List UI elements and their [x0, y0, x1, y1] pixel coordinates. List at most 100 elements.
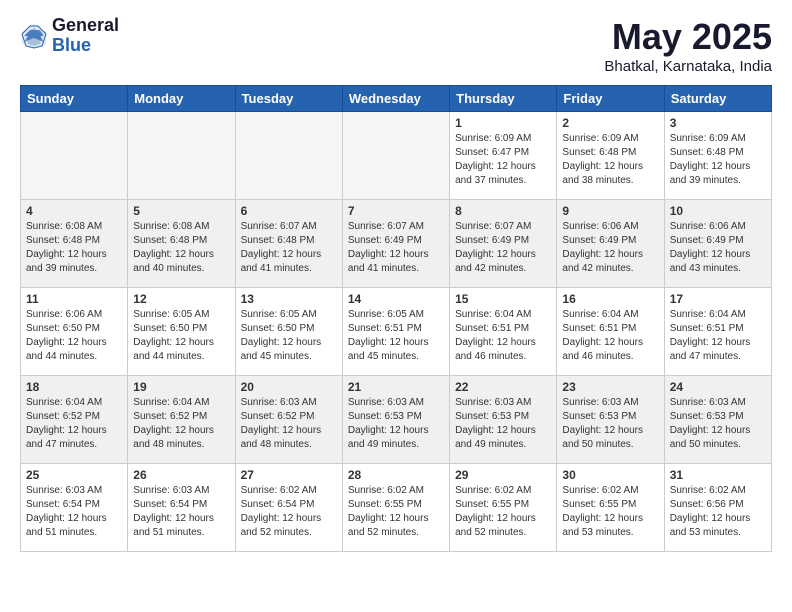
calendar-location: Bhatkal, Karnataka, India	[604, 58, 772, 75]
day-info: Sunrise: 6:07 AMSunset: 6:48 PMDaylight:…	[241, 220, 337, 276]
day-number: 25	[26, 468, 122, 482]
title-block: May 2025 Bhatkal, Karnataka, India	[604, 16, 772, 75]
day-number: 28	[348, 468, 444, 482]
table-row	[235, 112, 342, 200]
day-info: Sunrise: 6:09 AMSunset: 6:48 PMDaylight:…	[670, 132, 766, 188]
table-row	[128, 112, 235, 200]
day-number: 27	[241, 468, 337, 482]
calendar-week-row: 11Sunrise: 6:06 AMSunset: 6:50 PMDayligh…	[21, 288, 772, 376]
calendar-week-row: 25 Sunrise: 6:03 AMSunset: 6:54 PMDayligh…	[21, 464, 772, 552]
table-row: 26 Sunrise: 6:03 AMSunset: 6:54 PMDayligh…	[128, 464, 235, 552]
calendar-table: Sunday Monday Tuesday Wednesday Thursday…	[20, 85, 772, 552]
table-row: 11Sunrise: 6:06 AMSunset: 6:50 PMDayligh…	[21, 288, 128, 376]
col-saturday: Saturday	[664, 86, 771, 112]
day-number: 13	[241, 292, 337, 306]
day-number: 12	[133, 292, 229, 306]
day-info: Sunrise: 6:09 AMSunset: 6:48 PMDaylight:…	[562, 132, 658, 188]
table-row: 4Sunrise: 6:08 AMSunset: 6:48 PMDaylight…	[21, 200, 128, 288]
table-row: 12 Sunrise: 6:05 AMSunset: 6:50 PMDayligh…	[128, 288, 235, 376]
table-row: 22Sunrise: 6:03 AMSunset: 6:53 PMDayligh…	[450, 376, 557, 464]
col-monday: Monday	[128, 86, 235, 112]
table-row: 2 Sunrise: 6:09 AMSunset: 6:48 PMDaylight…	[557, 112, 664, 200]
day-info: Sunrise: 6:02 AMSunset: 6:54 PMDaylight:…	[241, 484, 337, 540]
day-info: Sunrise: 6:04 AMSunset: 6:52 PMDaylight:…	[26, 396, 122, 452]
day-number: 14	[348, 292, 444, 306]
table-row: 5 Sunrise: 6:08 AMSunset: 6:48 PMDaylight…	[128, 200, 235, 288]
day-number: 26	[133, 468, 229, 482]
day-number: 31	[670, 468, 766, 482]
calendar-title: May 2025	[604, 16, 772, 58]
day-info: Sunrise: 6:04 AMSunset: 6:52 PMDaylight:…	[133, 396, 229, 452]
col-wednesday: Wednesday	[342, 86, 449, 112]
logo: General Blue	[20, 16, 119, 56]
table-row: 24Sunrise: 6:03 AMSunset: 6:53 PMDayligh…	[664, 376, 771, 464]
logo-text: General Blue	[52, 16, 119, 56]
day-info: Sunrise: 6:08 AMSunset: 6:48 PMDaylight:…	[26, 220, 122, 276]
day-number: 20	[241, 380, 337, 394]
day-number: 3	[670, 116, 766, 130]
day-number: 5	[133, 204, 229, 218]
day-info: Sunrise: 6:03 AMSunset: 6:53 PMDaylight:…	[348, 396, 444, 452]
calendar-week-row: 1Sunrise: 6:09 AMSunset: 6:47 PMDaylight…	[21, 112, 772, 200]
day-info: Sunrise: 6:06 AMSunset: 6:49 PMDaylight:…	[562, 220, 658, 276]
day-number: 21	[348, 380, 444, 394]
day-number: 8	[455, 204, 551, 218]
page-header: General Blue May 2025 Bhatkal, Karnataka…	[20, 16, 772, 75]
day-info: Sunrise: 6:05 AMSunset: 6:50 PMDaylight:…	[133, 308, 229, 364]
day-number: 30	[562, 468, 658, 482]
day-info: Sunrise: 6:04 AMSunset: 6:51 PMDaylight:…	[670, 308, 766, 364]
day-info: Sunrise: 6:04 AMSunset: 6:51 PMDaylight:…	[455, 308, 551, 364]
table-row: 27 Sunrise: 6:02 AMSunset: 6:54 PMDayligh…	[235, 464, 342, 552]
day-number: 6	[241, 204, 337, 218]
day-number: 24	[670, 380, 766, 394]
day-info: Sunrise: 6:03 AMSunset: 6:54 PMDaylight:…	[26, 484, 122, 540]
calendar-header-row: Sunday Monday Tuesday Wednesday Thursday…	[21, 86, 772, 112]
day-info: Sunrise: 6:02 AMSunset: 6:55 PMDaylight:…	[348, 484, 444, 540]
table-row: 8 Sunrise: 6:07 AMSunset: 6:49 PMDaylight…	[450, 200, 557, 288]
col-tuesday: Tuesday	[235, 86, 342, 112]
day-number: 17	[670, 292, 766, 306]
table-row: 29Sunrise: 6:02 AMSunset: 6:55 PMDayligh…	[450, 464, 557, 552]
table-row: 28 Sunrise: 6:02 AMSunset: 6:55 PMDayligh…	[342, 464, 449, 552]
day-info: Sunrise: 6:06 AMSunset: 6:50 PMDaylight:…	[26, 308, 122, 364]
day-info: Sunrise: 6:07 AMSunset: 6:49 PMDaylight:…	[348, 220, 444, 276]
day-number: 1	[455, 116, 551, 130]
table-row: 1Sunrise: 6:09 AMSunset: 6:47 PMDaylight…	[450, 112, 557, 200]
day-number: 22	[455, 380, 551, 394]
table-row: 17 Sunrise: 6:04 AMSunset: 6:51 PMDayligh…	[664, 288, 771, 376]
table-row	[21, 112, 128, 200]
day-info: Sunrise: 6:02 AMSunset: 6:55 PMDaylight:…	[562, 484, 658, 540]
table-row: 14Sunrise: 6:05 AMSunset: 6:51 PMDayligh…	[342, 288, 449, 376]
day-number: 7	[348, 204, 444, 218]
table-row: 25 Sunrise: 6:03 AMSunset: 6:54 PMDayligh…	[21, 464, 128, 552]
day-number: 19	[133, 380, 229, 394]
day-number: 2	[562, 116, 658, 130]
day-info: Sunrise: 6:07 AMSunset: 6:49 PMDaylight:…	[455, 220, 551, 276]
day-number: 16	[562, 292, 658, 306]
table-row	[342, 112, 449, 200]
day-info: Sunrise: 6:02 AMSunset: 6:56 PMDaylight:…	[670, 484, 766, 540]
table-row: 7 Sunrise: 6:07 AMSunset: 6:49 PMDaylight…	[342, 200, 449, 288]
table-row: 20 Sunrise: 6:03 AMSunset: 6:52 PMDayligh…	[235, 376, 342, 464]
day-number: 10	[670, 204, 766, 218]
day-info: Sunrise: 6:05 AMSunset: 6:50 PMDaylight:…	[241, 308, 337, 364]
logo-icon	[20, 22, 48, 50]
day-info: Sunrise: 6:03 AMSunset: 6:54 PMDaylight:…	[133, 484, 229, 540]
logo-general-text: General	[52, 16, 119, 36]
table-row: 18Sunrise: 6:04 AMSunset: 6:52 PMDayligh…	[21, 376, 128, 464]
table-row: 15 Sunrise: 6:04 AMSunset: 6:51 PMDayligh…	[450, 288, 557, 376]
table-row: 6 Sunrise: 6:07 AMSunset: 6:48 PMDaylight…	[235, 200, 342, 288]
table-row: 9Sunrise: 6:06 AMSunset: 6:49 PMDaylight…	[557, 200, 664, 288]
calendar-week-row: 4Sunrise: 6:08 AMSunset: 6:48 PMDaylight…	[21, 200, 772, 288]
col-thursday: Thursday	[450, 86, 557, 112]
day-info: Sunrise: 6:03 AMSunset: 6:52 PMDaylight:…	[241, 396, 337, 452]
day-info: Sunrise: 6:03 AMSunset: 6:53 PMDaylight:…	[562, 396, 658, 452]
calendar-week-row: 18Sunrise: 6:04 AMSunset: 6:52 PMDayligh…	[21, 376, 772, 464]
col-friday: Friday	[557, 86, 664, 112]
day-info: Sunrise: 6:06 AMSunset: 6:49 PMDaylight:…	[670, 220, 766, 276]
day-number: 15	[455, 292, 551, 306]
table-row: 3 Sunrise: 6:09 AMSunset: 6:48 PMDaylight…	[664, 112, 771, 200]
table-row: 30 Sunrise: 6:02 AMSunset: 6:55 PMDayligh…	[557, 464, 664, 552]
day-info: Sunrise: 6:08 AMSunset: 6:48 PMDaylight:…	[133, 220, 229, 276]
day-number: 29	[455, 468, 551, 482]
